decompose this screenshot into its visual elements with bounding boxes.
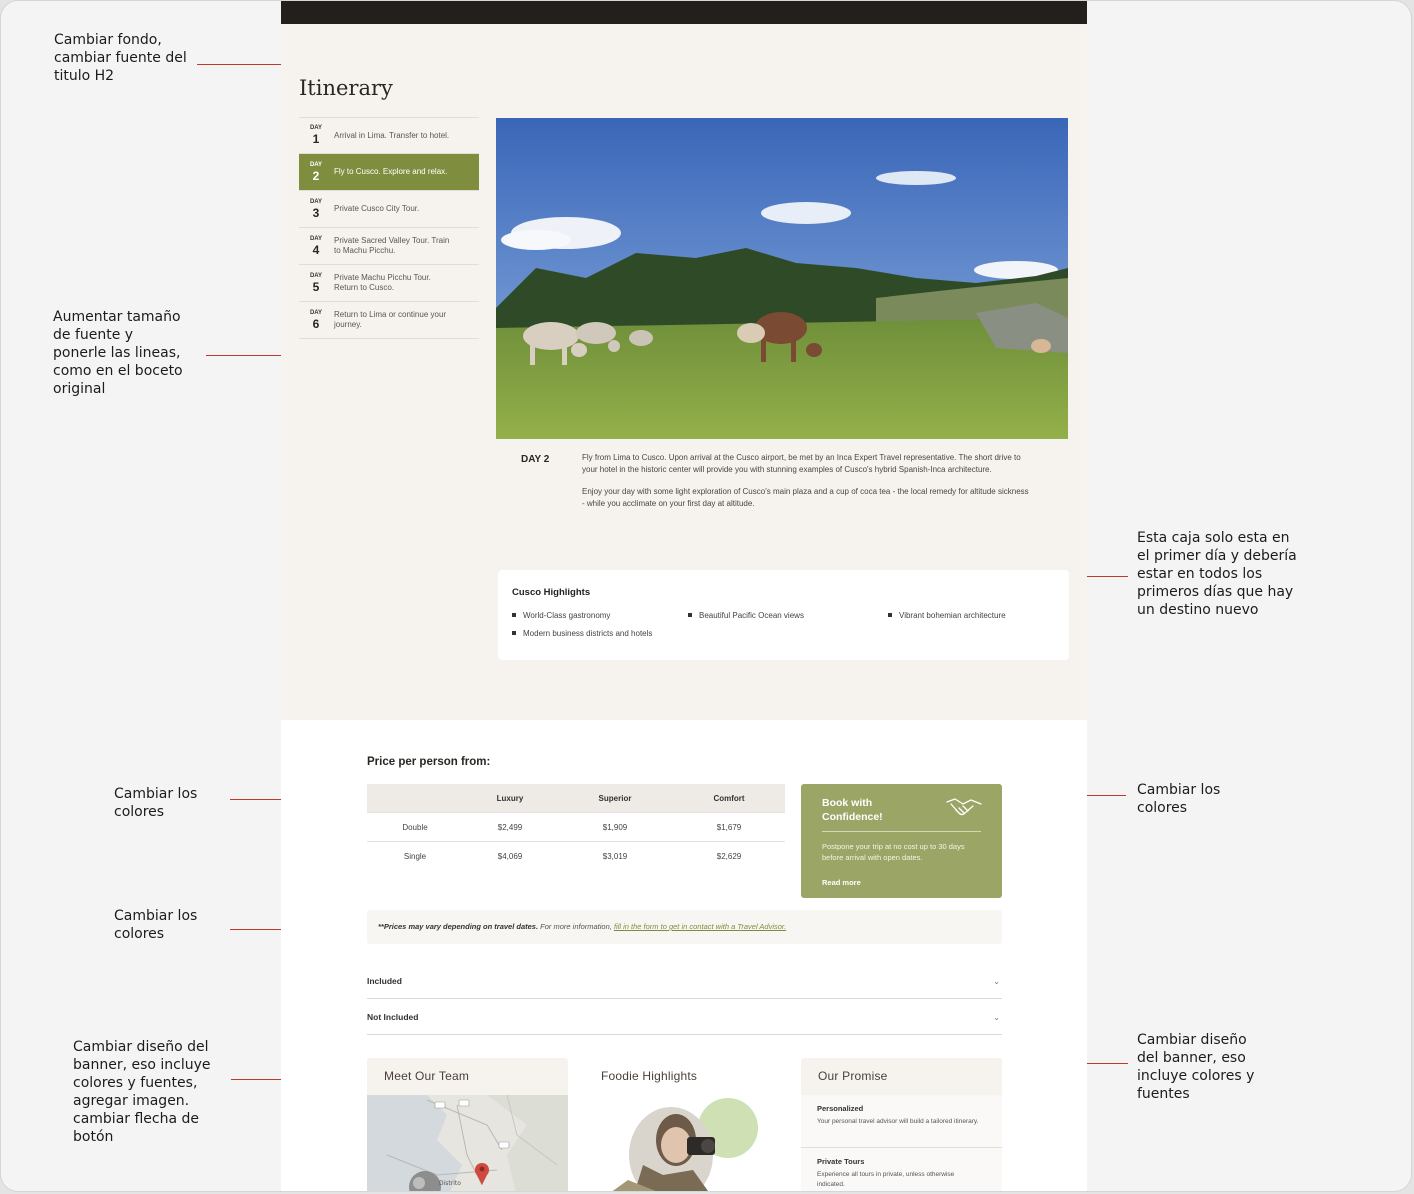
highlights-title: Cusco Highlights	[512, 587, 591, 598]
table-cell: $2,499	[497, 822, 523, 832]
day-item-4[interactable]: DAY 4 Private Sacred Valley Tour. Train t…	[299, 228, 479, 265]
itinerary-section: Itinerary DAY 1 Arrival in Lima. Transfer…	[281, 24, 1087, 720]
alpaca-landscape-photo	[496, 118, 1068, 439]
highlight-item: Vibrant bohemian architecture	[888, 611, 1006, 620]
contact-advisor-link[interactable]: fill in the form to get in contact with …	[614, 922, 786, 931]
review-canvas: Cambiar fondo, cambiar fuente del titulo…	[0, 0, 1412, 1192]
day-label: DAY	[309, 235, 323, 242]
accordion-label: Not Included	[367, 1012, 419, 1022]
card-title: Our Promise	[818, 1069, 888, 1083]
annotation-days: Aumentar tamaño de fuente y ponerle las …	[53, 309, 183, 397]
book-text: Postpone your trip at no cost up to 30 d…	[822, 842, 965, 862]
day-item-1[interactable]: DAY 1 Arrival in Lima. Transfer to hotel.	[299, 117, 479, 154]
book-with-confidence-banner[interactable]: Book with Confidence! Postpone your trip…	[801, 784, 1002, 898]
meet-our-team-card[interactable]: Meet Our Team Distrito	[367, 1058, 568, 1191]
table-cell: $2,629	[716, 852, 742, 861]
annotation-table: Cambiar los colores	[114, 786, 198, 820]
promise-text: Your personal travel advisor will build …	[817, 1118, 979, 1125]
day-label: DAY	[309, 309, 323, 316]
table-cell: $3,019	[602, 852, 628, 861]
highlight-item: Beautiful Pacific Ocean views	[688, 611, 804, 620]
day-text: Arrival in Lima. Transfer to hotel.	[334, 130, 450, 140]
handshake-icon	[946, 798, 982, 816]
table-row: Single $4,069 $3,019 $2,629	[367, 842, 785, 871]
day-item-6[interactable]: DAY 6 Return to Lima or continue your jou…	[299, 302, 479, 339]
book-title: Book with Confidence!	[822, 797, 883, 823]
promise-list: Personalized Your personal travel adviso…	[801, 1095, 1002, 1191]
day-text: Return to Lima or continue your journey.	[334, 310, 447, 329]
day-list: DAY 1 Arrival in Lima. Transfer to hotel.…	[299, 117, 479, 339]
day-text: Fly to Cusco. Explore and relax.	[334, 167, 448, 176]
highlights-box: Cusco Highlights World-Class gastronomy …	[498, 570, 1069, 660]
photographer-illustration	[583, 1095, 784, 1191]
column-header: Comfort	[713, 793, 745, 803]
table-row: Double $2,499 $1,909 $1,679	[367, 813, 785, 842]
foodie-highlights-card[interactable]: Foodie Highlights	[583, 1058, 784, 1191]
day-number: 4	[312, 242, 320, 257]
chevron-down-icon: ⌄	[993, 977, 1000, 986]
map-label: Distrito	[439, 1180, 461, 1187]
our-promise-card: Our Promise Personalized Your personal t…	[801, 1058, 1002, 1191]
day-description-p2: Enjoy your day with some light explorati…	[582, 487, 1029, 508]
table-cell: Single	[403, 852, 427, 861]
annotation-line	[1081, 576, 1128, 577]
table-cell: $1,909	[602, 822, 628, 832]
column-header: Superior	[598, 793, 632, 803]
day-description-p1: Fly from Lima to Cusco. Upon arrival at …	[582, 453, 1021, 474]
day-text: Private Sacred Valley Tour. Train to Mac…	[334, 236, 450, 255]
column-header: Luxury	[496, 793, 524, 803]
promise-title: Personalized	[817, 1104, 864, 1113]
day-item-3[interactable]: DAY 3 Private Cusco City Tour.	[299, 191, 479, 228]
day-number: 1	[312, 132, 320, 146]
annotation-highlights: Esta caja solo esta en el primer día y d…	[1137, 530, 1297, 618]
day-label: DAY	[309, 198, 323, 205]
day-label: DAY	[309, 125, 323, 131]
highlight-item: World-Class gastronomy	[512, 611, 610, 620]
divider	[822, 831, 981, 832]
day-item-2[interactable]: DAY 2 Fly to Cusco. Explore and relax.	[299, 154, 479, 191]
day-detail-tag: DAY 2	[521, 454, 550, 465]
day-number: 6	[312, 316, 320, 331]
read-more-link[interactable]: Read more	[822, 878, 861, 887]
table-cell: Double	[402, 822, 428, 832]
price-title: Price per person from:	[367, 756, 491, 768]
divider	[801, 1147, 1002, 1148]
table-cell: $1,679	[716, 822, 742, 832]
annotation-banner-left: Cambiar diseño del banner, eso incluye c…	[73, 1039, 211, 1145]
pricing-section: Price per person from: Luxury Superior C…	[281, 720, 1087, 1191]
day-item-5[interactable]: DAY 5 Private Machu Picchu Tour. Return t…	[299, 265, 479, 302]
annotation-banner-right: Cambiar diseño del banner, eso incluye c…	[1137, 1032, 1255, 1102]
day-label: DAY	[309, 161, 323, 168]
card-title: Meet Our Team	[384, 1069, 470, 1083]
map-image: Distrito	[367, 1094, 568, 1191]
annotation-title: Cambiar fondo, cambiar fuente del titulo…	[54, 32, 187, 84]
day-description: Fly from Lima to Cusco. Upon arrival at …	[582, 452, 1032, 520]
day-text: Private Cusco City Tour.	[334, 204, 420, 213]
price-note: **Prices may vary depending on travel da…	[367, 910, 1002, 944]
card-title: Foodie Highlights	[601, 1069, 698, 1083]
highlight-item: Modern business districts and hotels	[512, 629, 652, 638]
accordion-label: Included	[367, 976, 402, 986]
price-note-bold: **Prices may vary depending on travel da…	[378, 922, 539, 931]
day-text: Private Machu Picchu Tour. Return to Cus…	[334, 273, 431, 292]
annotation-book: Cambiar los colores	[1137, 782, 1221, 816]
accordion-included[interactable]: Included ⌄	[367, 964, 1002, 999]
annotation-note: Cambiar los colores	[114, 908, 198, 942]
price-table: Luxury Superior Comfort Double $2,499 $1…	[367, 784, 785, 871]
price-note-text: For more information,	[538, 922, 614, 931]
promise-text: Experience all tours in private, unless …	[817, 1171, 955, 1188]
day-number: 2	[312, 168, 320, 183]
header-bar	[281, 1, 1087, 24]
day-number: 5	[312, 279, 320, 294]
table-header: Luxury Superior Comfort	[367, 784, 785, 813]
promise-title: Private Tours	[817, 1157, 865, 1166]
itinerary-title: Itinerary	[299, 76, 393, 100]
chevron-down-icon: ⌄	[993, 1013, 1000, 1022]
day-number: 3	[312, 205, 320, 220]
day-label: DAY	[309, 272, 323, 279]
table-cell: $4,069	[497, 852, 523, 861]
accordion-not-included[interactable]: Not Included ⌄	[367, 1000, 1002, 1035]
